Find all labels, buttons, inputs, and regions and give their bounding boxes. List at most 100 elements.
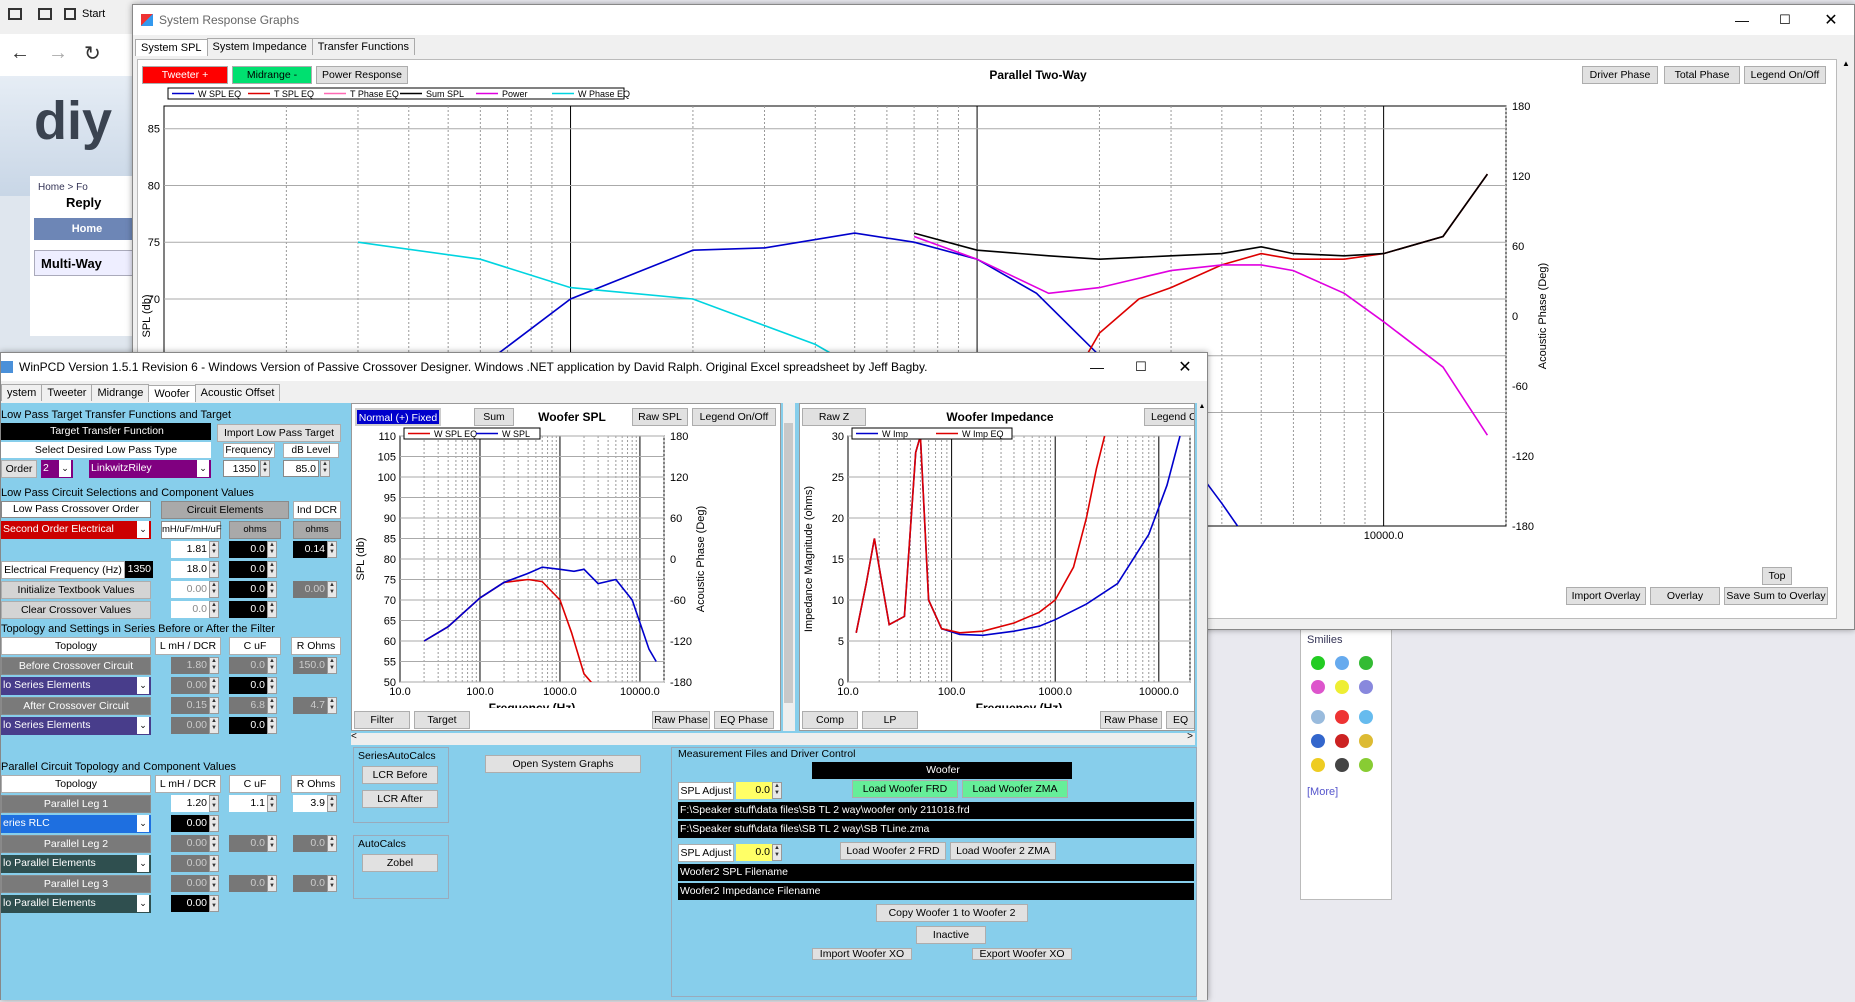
value-spinner[interactable]: ▲ ▼ xyxy=(267,835,277,852)
lp-value-6[interactable]: 0.00 xyxy=(171,581,209,598)
minimize-button[interactable]: — xyxy=(1722,12,1762,28)
sum-button[interactable]: Sum xyxy=(474,408,514,426)
value-spinner[interactable]: ▲ ▼ xyxy=(209,717,219,734)
series2-l-input[interactable]: 0.00 xyxy=(171,717,209,734)
maximize-button[interactable]: ☐ xyxy=(1762,12,1808,28)
smiley-icon[interactable] xyxy=(1335,710,1349,724)
breadcrumb-home[interactable]: Home xyxy=(38,182,65,193)
total-phase-button[interactable]: Total Phase xyxy=(1664,66,1740,84)
value-spinner[interactable]: ▲ ▼ xyxy=(327,541,337,558)
series-elements-select-2[interactable]: lo Series Elements ⌄ xyxy=(1,717,151,735)
value-spinner[interactable]: ▲ ▼ xyxy=(327,697,337,714)
spl-adjust-spinner[interactable]: ▲ ▼ xyxy=(772,844,782,861)
vertical-scrollbar[interactable]: ▲ xyxy=(1839,59,1853,619)
leg2-r-input[interactable]: 0.0 xyxy=(293,835,327,852)
value-spinner[interactable]: ▲ ▼ xyxy=(209,541,219,558)
leg1-l-input[interactable]: 1.20 xyxy=(171,795,209,812)
raw-phase-button[interactable]: Raw Phase xyxy=(652,711,710,729)
value-spinner[interactable]: ▲ ▼ xyxy=(267,795,277,812)
scroll-thumb[interactable] xyxy=(784,423,793,703)
value-spinner[interactable]: ▲ ▼ xyxy=(209,795,219,812)
lcr-after-button[interactable]: LCR After xyxy=(362,790,438,808)
open-system-graphs-button[interactable]: Open System Graphs xyxy=(485,755,641,773)
overlay-button[interactable]: Overlay xyxy=(1650,587,1720,605)
db-level-spinner[interactable]: ▲ ▼ xyxy=(320,460,330,477)
smiley-icon[interactable] xyxy=(1311,656,1325,670)
target-button[interactable]: Target xyxy=(414,711,470,729)
order-select[interactable]: 2 ⌄ xyxy=(41,460,73,478)
leg3-l-input[interactable]: 0.00 xyxy=(171,875,209,892)
smiley-icon[interactable] xyxy=(1335,758,1349,772)
db-level-input[interactable]: 85.0 xyxy=(283,460,319,477)
before-l-input[interactable]: 1.80 xyxy=(171,657,209,674)
spl-adjust-input-2[interactable]: 0.0 xyxy=(736,844,772,861)
np2-l-input[interactable]: 0.00 xyxy=(171,895,209,912)
lp-value-1[interactable]: 1.81 xyxy=(171,541,209,558)
value-spinner[interactable]: ▲ ▼ xyxy=(327,657,337,674)
power-response-button[interactable]: Power Response xyxy=(316,66,408,84)
rlc-l-input[interactable]: 0.00 xyxy=(171,815,209,832)
top-button[interactable]: Top xyxy=(1762,567,1792,585)
lp-type-select[interactable]: LinkwitzRiley ⌄ xyxy=(89,460,211,478)
leg1-r-input[interactable]: 3.9 xyxy=(293,795,327,812)
smiley-icon[interactable] xyxy=(1359,734,1373,748)
legend-toggle-button[interactable]: Legend On/Off xyxy=(1744,66,1826,84)
value-spinner[interactable]: ▲ ▼ xyxy=(209,815,219,832)
spl-adjust-input[interactable]: 0.0 xyxy=(736,782,772,799)
tab-acoustic-offset[interactable]: Acoustic Offset xyxy=(194,384,281,401)
smiley-icon[interactable] xyxy=(1311,710,1325,724)
np1-l-input[interactable]: 0.00 xyxy=(171,855,209,872)
tab-tweeter[interactable]: Tweeter xyxy=(41,384,93,401)
import-woofer-xo-button[interactable]: Import Woofer XO xyxy=(812,948,912,960)
tab-woofer[interactable]: Woofer xyxy=(148,385,196,402)
value-spinner[interactable]: ▲ ▼ xyxy=(209,561,219,578)
minimize-button[interactable]: — xyxy=(1075,359,1119,375)
maximize-button[interactable]: ☐ xyxy=(1119,359,1163,375)
leg1-c-input[interactable]: 1.1 xyxy=(229,795,267,812)
copy-woofer-button[interactable]: Copy Woofer 1 to Woofer 2 xyxy=(876,904,1028,922)
raw-spl-button[interactable]: Raw SPL xyxy=(632,408,688,426)
raw-phase-button[interactable]: Raw Phase xyxy=(1100,711,1162,729)
filter-button[interactable]: Filter xyxy=(354,711,410,729)
export-woofer-xo-button[interactable]: Export Woofer XO xyxy=(972,948,1072,960)
value-spinner[interactable]: ▲ ▼ xyxy=(267,541,277,558)
value-spinner[interactable]: ▲ ▼ xyxy=(209,835,219,852)
lp-value-2[interactable]: 0.0 xyxy=(229,541,267,558)
value-spinner[interactable]: ▲ ▼ xyxy=(209,677,219,694)
value-spinner[interactable]: ▲ ▼ xyxy=(327,795,337,812)
scroll-right-icon[interactable]: > xyxy=(1187,731,1193,742)
parallel-elements-select-1[interactable]: lo Parallel Elements ⌄ xyxy=(1,855,151,873)
leg2-l-input[interactable]: 0.00 xyxy=(171,835,209,852)
value-spinner[interactable]: ▲ ▼ xyxy=(267,601,277,618)
legend-button[interactable]: Legend On/Off xyxy=(692,408,776,426)
smiley-icon[interactable] xyxy=(1335,734,1349,748)
value-spinner[interactable]: ▲ ▼ xyxy=(209,581,219,598)
series2-c-input[interactable]: 0.0 xyxy=(229,717,267,734)
lp-button[interactable]: LP xyxy=(862,711,918,729)
after-c-input[interactable]: 6.8 xyxy=(229,697,267,714)
clear-crossover-button[interactable]: Clear Crossover Values xyxy=(1,601,151,619)
close-button[interactable]: ✕ xyxy=(1808,10,1854,30)
leg3-c-input[interactable]: 0.0 xyxy=(229,875,267,892)
value-spinner[interactable]: ▲ ▼ xyxy=(267,581,277,598)
legend-button[interactable]: Legend C xyxy=(1144,408,1194,426)
value-spinner[interactable]: ▲ ▼ xyxy=(209,875,219,892)
horizontal-scrollbar[interactable]: < > xyxy=(351,731,1195,745)
parallel-elements-select-2[interactable]: lo Parallel Elements ⌄ xyxy=(1,895,151,913)
lp-value-10[interactable]: 0.0 xyxy=(229,601,267,618)
smiley-icon[interactable] xyxy=(1311,680,1325,694)
elec-freq-input[interactable]: 1350 xyxy=(125,561,153,578)
value-spinner[interactable]: ▲ ▼ xyxy=(267,875,277,892)
value-spinner[interactable]: ▲ ▼ xyxy=(327,581,337,598)
frequency-spinner[interactable]: ▲ ▼ xyxy=(260,460,270,477)
import-overlay-button[interactable]: Import Overlay xyxy=(1566,587,1646,605)
smiley-icon[interactable] xyxy=(1359,656,1373,670)
section-title[interactable]: Multi-Way xyxy=(34,250,140,276)
panel-scrollbar[interactable]: ▲ xyxy=(1197,403,1207,1000)
lp-value-9[interactable]: 0.0 xyxy=(171,601,209,618)
leg3-r-input[interactable]: 0.0 xyxy=(293,875,327,892)
scroll-up-icon[interactable]: ▲ xyxy=(1839,59,1853,68)
smiley-icon[interactable] xyxy=(1335,656,1349,670)
scroll-up-icon[interactable]: ▲ xyxy=(1197,403,1207,410)
close-button[interactable]: ✕ xyxy=(1163,357,1207,377)
